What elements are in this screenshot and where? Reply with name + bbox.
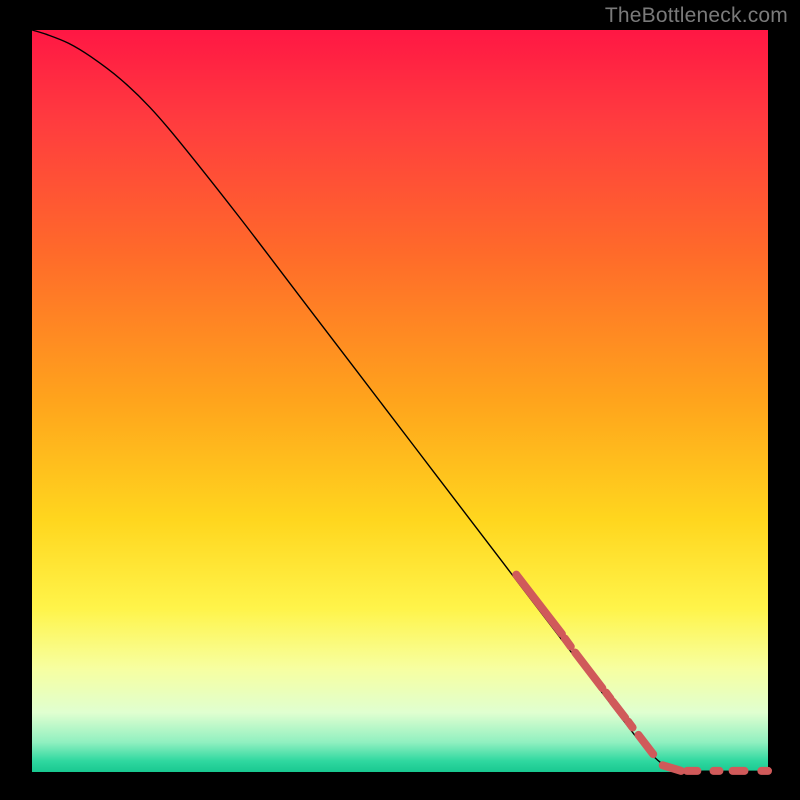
plot-area xyxy=(32,30,768,772)
highlight-dash xyxy=(663,765,681,771)
highlight-dash xyxy=(606,693,610,699)
chart-stage: TheBottleneck.com xyxy=(0,0,800,800)
highlight-dash xyxy=(628,722,632,728)
attribution-label: TheBottleneck.com xyxy=(605,4,788,28)
highlight-dash xyxy=(565,638,571,646)
bottleneck-chart xyxy=(0,0,800,800)
